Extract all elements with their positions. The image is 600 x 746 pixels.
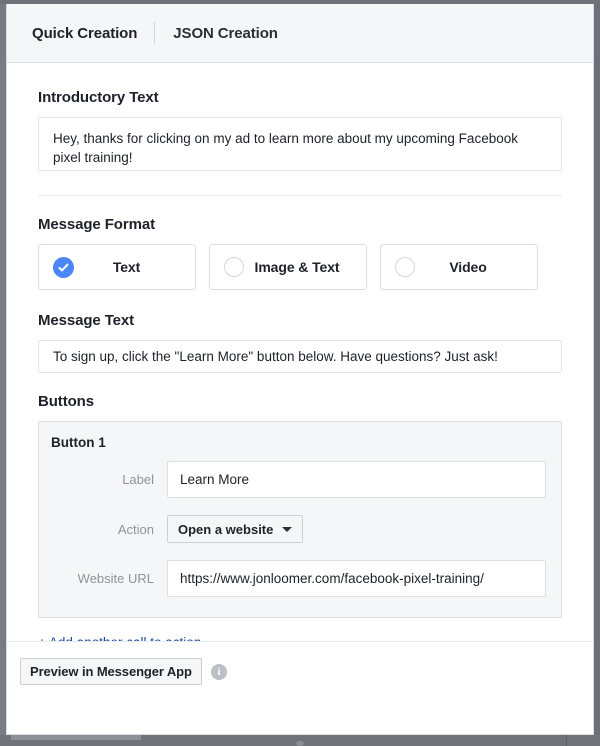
action-field-label: Action bbox=[117, 521, 154, 537]
button-1-panel: Button 1 Label Learn More Action Open a … bbox=[38, 421, 562, 618]
introductory-text-input[interactable]: Hey, thanks for clicking on my ad to lea… bbox=[38, 117, 562, 171]
preview-in-messenger-app-button[interactable]: Preview in Messenger App bbox=[20, 658, 202, 685]
tab-quick-creation[interactable]: Quick Creation bbox=[32, 25, 154, 42]
message-text-heading: Message Text bbox=[38, 312, 135, 329]
radio-unchecked-icon bbox=[224, 257, 244, 277]
format-option-image-and-text[interactable]: Image & Text bbox=[209, 244, 367, 290]
info-icon[interactable]: i bbox=[210, 663, 227, 680]
window-bottom-divider bbox=[566, 735, 567, 746]
tab-json-creation[interactable]: JSON Creation bbox=[155, 25, 295, 42]
buttons-heading: Buttons bbox=[38, 393, 94, 410]
action-select[interactable]: Open a website bbox=[167, 515, 304, 543]
tab-bar: Quick Creation JSON Creation bbox=[7, 4, 593, 63]
action-field-row: Action Open a website bbox=[50, 515, 546, 543]
window-bottom-dot bbox=[296, 741, 304, 746]
creation-dialog-card: Quick Creation JSON Creation Introductor… bbox=[6, 4, 594, 735]
message-format-heading: Message Format bbox=[38, 216, 155, 233]
message-text-input[interactable]: To sign up, click the "Learn More" butto… bbox=[38, 340, 562, 373]
form-body: Introductory Text Hey, thanks for clicki… bbox=[7, 89, 593, 701]
label-field-row: Label Learn More bbox=[50, 461, 546, 498]
format-option-image-and-text-label: Image & Text bbox=[254, 259, 340, 275]
window-bottom-highlight bbox=[11, 735, 141, 740]
radio-checked-icon bbox=[53, 256, 74, 278]
section-divider bbox=[38, 195, 562, 196]
action-select-value: Open a website bbox=[178, 521, 274, 537]
dialog-footer: Preview in Messenger App i bbox=[7, 641, 593, 701]
format-option-text[interactable]: Text bbox=[38, 244, 196, 290]
message-format-options: Text Image & Text Video bbox=[38, 244, 573, 290]
format-option-video-label: Video bbox=[449, 259, 487, 275]
radio-unchecked-icon bbox=[395, 257, 415, 277]
window-frame: Quick Creation JSON Creation Introductor… bbox=[0, 0, 600, 746]
introductory-text-heading: Introductory Text bbox=[38, 89, 159, 106]
website-url-field-row: Website URL https://www.jonloomer.com/fa… bbox=[50, 560, 546, 597]
format-option-video[interactable]: Video bbox=[380, 244, 538, 290]
website-url-field-label: Website URL bbox=[77, 571, 154, 586]
chevron-down-icon bbox=[282, 526, 293, 532]
label-field-input[interactable]: Learn More bbox=[167, 461, 546, 498]
button-1-title: Button 1 bbox=[51, 435, 106, 450]
website-url-input[interactable]: https://www.jonloomer.com/facebook-pixel… bbox=[167, 560, 546, 597]
label-field-label: Label bbox=[122, 472, 154, 487]
format-option-text-label: Text bbox=[112, 259, 141, 275]
